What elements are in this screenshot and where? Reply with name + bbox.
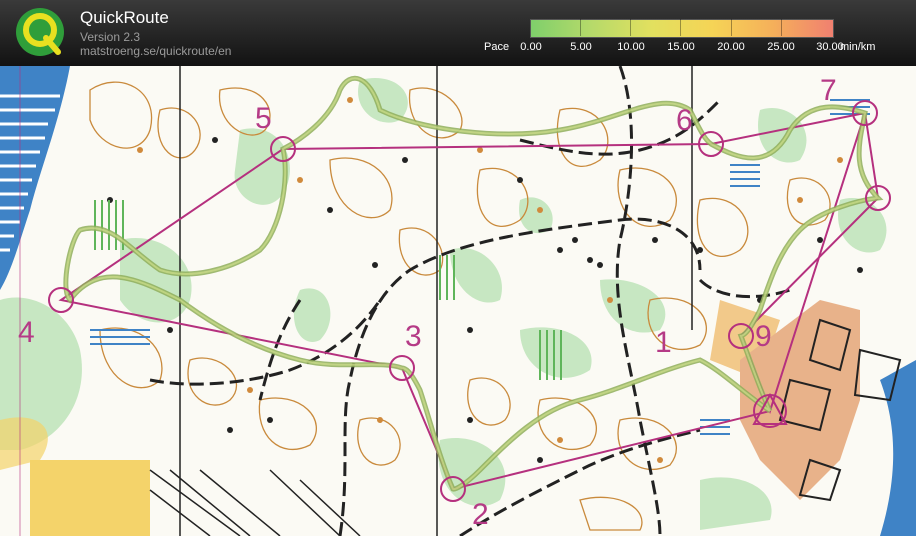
map-canvas: 1 2 3 4 5 6 7 9 bbox=[0, 66, 916, 536]
control-number-7: 7 bbox=[820, 74, 837, 107]
control-number-3: 3 bbox=[405, 320, 422, 353]
control-number-9: 9 bbox=[755, 320, 772, 353]
control-number-1: 1 bbox=[655, 326, 672, 359]
control-number-6: 6 bbox=[676, 104, 693, 137]
quickroute-logo-icon bbox=[16, 8, 64, 56]
pace-unit: min/km bbox=[840, 41, 876, 53]
pace-tick-marks bbox=[530, 19, 832, 36]
app-title: QuickRoute bbox=[80, 8, 169, 27]
control-number-2: 2 bbox=[472, 498, 489, 531]
pace-tick-label: 0.00 bbox=[520, 41, 542, 53]
app-url: matstroeng.se/quickroute/en bbox=[80, 44, 232, 58]
pace-tick-label: 10.00 bbox=[617, 41, 645, 53]
pace-tick-label: 20.00 bbox=[717, 41, 745, 53]
control-number-4: 4 bbox=[18, 316, 35, 349]
app-header: QuickRoute Version 2.3 matstroeng.se/qui… bbox=[0, 0, 916, 66]
app-version: Version 2.3 bbox=[80, 30, 141, 44]
pace-label: Pace bbox=[484, 41, 510, 53]
control-number-5: 5 bbox=[255, 102, 272, 135]
pace-tick-label: 25.00 bbox=[767, 41, 795, 53]
orienteering-map[interactable]: 1 2 3 4 5 6 7 9 bbox=[0, 66, 916, 536]
pace-tick-label: 15.00 bbox=[667, 41, 695, 53]
pace-tick-label: 5.00 bbox=[570, 41, 592, 53]
